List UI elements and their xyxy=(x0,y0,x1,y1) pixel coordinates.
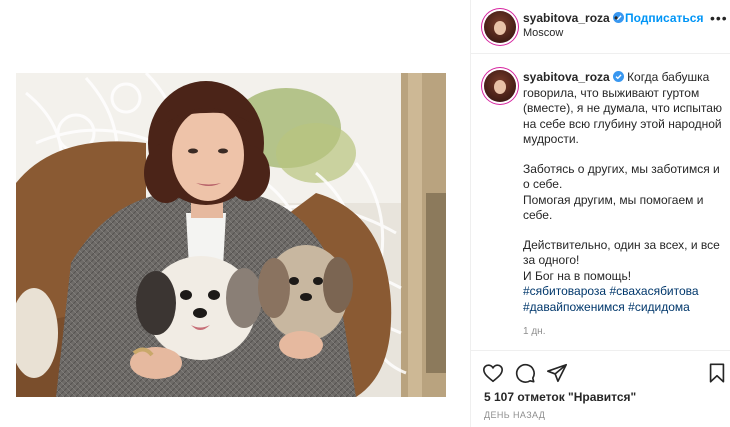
header-username[interactable]: syabitova_roza xyxy=(523,11,624,25)
caption-line: Помогая другим, мы помогаем и себе. xyxy=(523,192,704,223)
caption-line: Действительно, один за всех, и все за од… xyxy=(523,237,720,268)
post-photo[interactable] xyxy=(16,73,446,397)
share-icon[interactable] xyxy=(546,362,568,384)
comment-icon[interactable] xyxy=(514,362,536,384)
caption-username-text[interactable]: syabitova_roza xyxy=(523,70,610,84)
column-divider xyxy=(470,0,471,427)
bookmark-icon[interactable] xyxy=(706,362,728,384)
caption-line: Заботясь о других, мы заботимся и о себе… xyxy=(523,161,720,192)
header-username-text[interactable]: syabitova_roza xyxy=(523,11,610,25)
hashtag-link[interactable]: #сябитовароза xyxy=(523,284,606,298)
actions-divider xyxy=(470,350,730,351)
follow-button[interactable]: Подписаться xyxy=(625,11,703,25)
header-separator: • xyxy=(614,11,619,25)
post-caption: syabitova_roza Когда бабушка говорила, ч… xyxy=(523,70,723,315)
caption-time-ago: 1 дн. xyxy=(523,326,546,337)
caption-username[interactable]: syabitova_roza xyxy=(523,70,624,84)
hashtag-link[interactable]: #давайпоженимся xyxy=(523,300,625,314)
post-date: ДЕНЬ НАЗАД xyxy=(484,410,546,420)
caption-line: И Бог на в помощь! xyxy=(523,268,632,283)
verified-badge-icon xyxy=(612,71,624,82)
instagram-post: syabitova_roza • Подписаться Moscow ••• … xyxy=(0,0,730,427)
hashtag-link[interactable]: #сидидома xyxy=(628,300,690,314)
avatar[interactable] xyxy=(484,11,516,43)
hashtag-link[interactable]: #свахасябитова xyxy=(609,284,698,298)
more-options-icon[interactable]: ••• xyxy=(710,10,728,26)
hashtag-list: #сябитовароза #свахасябитова #давайпожен… xyxy=(523,284,723,315)
caption-paragraph-2: Заботясь о других, мы заботимся и о себе… xyxy=(523,162,723,224)
post-header xyxy=(470,0,730,54)
location-link[interactable]: Moscow xyxy=(523,27,563,39)
caption-avatar[interactable] xyxy=(484,70,516,102)
photo-illustration xyxy=(16,73,446,397)
likes-count[interactable]: 5 107 отметок "Нравится" xyxy=(484,390,636,404)
heart-icon[interactable] xyxy=(482,362,504,384)
caption-paragraph-3: Действительно, один за всех, и все за од… xyxy=(523,238,723,285)
